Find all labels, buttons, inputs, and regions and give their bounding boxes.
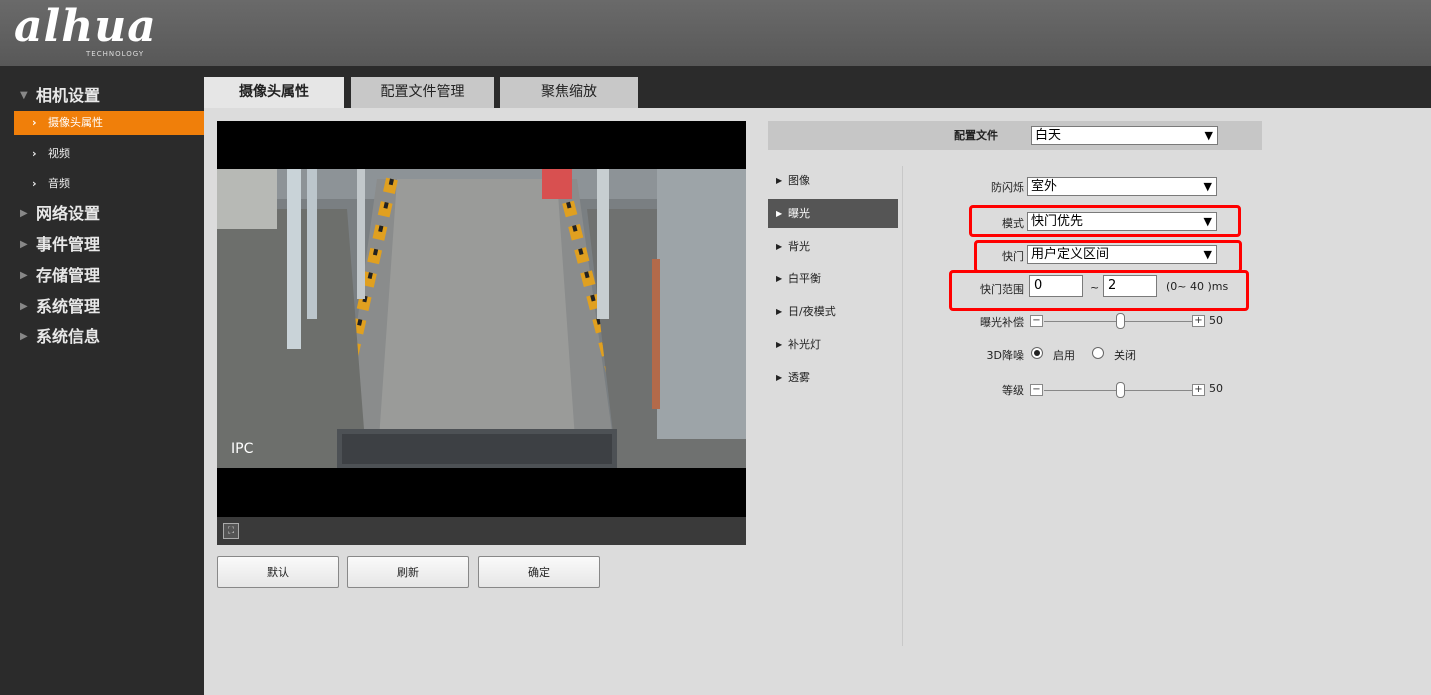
caret-right-icon: ▶ [776, 307, 783, 316]
submenu-item-label: 背光 [788, 240, 810, 253]
anti-flicker-select[interactable]: 室外 ▼ [1027, 177, 1217, 196]
tab-bar: 摄像头属性 配置文件管理 聚焦缩放 [204, 66, 1431, 108]
fullscreen-icon[interactable]: ⛶ [223, 523, 239, 539]
highlight-shutter [974, 240, 1242, 273]
submenu-item-backlight[interactable]: ▶ 背光 [768, 232, 898, 261]
chevron-down-icon: ▼ [1204, 129, 1213, 142]
video-preview[interactable]: IPC ⛶ [217, 121, 746, 545]
exposure-comp-label: 曝光补偿 [980, 316, 1024, 329]
profile-select[interactable]: 白天 ▼ [1031, 126, 1218, 145]
confirm-button[interactable]: 确定 [478, 556, 600, 588]
caret-right-icon: ▶ [20, 331, 28, 342]
sidebar-group-label: 相机设置 [36, 86, 101, 105]
sidebar-group-label: 系统信息 [36, 327, 101, 346]
submenu-item-day-night[interactable]: ▶ 日/夜模式 [768, 297, 898, 326]
submenu-item-image[interactable]: ▶ 图像 [768, 166, 898, 195]
sidebar-group-event-management[interactable]: ▶ 事件管理 [0, 231, 204, 259]
sidebar-item-label: 视频 [48, 147, 70, 160]
submenu-item-label: 白平衡 [788, 272, 821, 285]
chevron-right-icon: › [32, 147, 37, 160]
profile-bar: 配置文件 白天 ▼ [768, 121, 1262, 150]
plus-icon[interactable]: + [1192, 384, 1205, 396]
dnr-level-value: 50 [1209, 382, 1223, 395]
caret-right-icon: ▶ [776, 340, 783, 349]
sidebar-group-network-settings[interactable]: ▶ 网络设置 [0, 200, 204, 228]
brand-logo-subtitle: TECHNOLOGY [86, 50, 145, 58]
camera-image [217, 169, 746, 468]
dnr-level-label: 等级 [1002, 384, 1024, 397]
dnr-on-label: 启用 [1053, 349, 1075, 362]
sidebar-item-label: 摄像头属性 [48, 116, 103, 129]
tab-camera-properties[interactable]: 摄像头属性 [204, 77, 344, 108]
caret-right-icon: ▶ [20, 239, 28, 250]
sidebar-group-label: 存储管理 [36, 266, 101, 285]
caret-right-icon: ▶ [20, 208, 28, 219]
caret-right-icon: ▶ [776, 373, 783, 382]
submenu-divider [902, 166, 903, 646]
sidebar-item-label: 音频 [48, 177, 70, 190]
sidebar-item-video[interactable]: › 视频 [14, 142, 204, 166]
highlight-mode [969, 205, 1241, 237]
caret-right-icon: ▶ [776, 176, 783, 185]
top-bar: alhua TECHNOLOGY [0, 0, 1431, 66]
caret-right-icon: ▶ [20, 270, 28, 281]
dnr-level-thumb[interactable] [1116, 382, 1125, 398]
anti-flicker-label: 防闪烁 [991, 181, 1024, 194]
profile-select-value: 白天 [1035, 128, 1062, 143]
sidebar-group-label: 系统管理 [36, 297, 101, 316]
chevron-right-icon: › [32, 177, 37, 190]
exposure-comp-thumb[interactable] [1116, 313, 1125, 329]
submenu-item-exposure[interactable]: ▶ 曝光 [768, 199, 898, 228]
video-toolbar: ⛶ [217, 517, 746, 545]
brand-logo: alhua [14, 1, 157, 52]
sidebar: ▼ 相机设置 › 摄像头属性 › 视频 › 音频 ▶ 网络设置 ▶ 事件管理 ▶… [0, 66, 204, 695]
sidebar-group-label: 事件管理 [36, 235, 101, 254]
minus-icon[interactable]: − [1030, 315, 1043, 327]
submenu-item-defog[interactable]: ▶ 透雾 [768, 363, 898, 392]
dnr-off-radio[interactable] [1092, 347, 1104, 359]
tab-profile-management[interactable]: 配置文件管理 [351, 77, 494, 108]
chevron-right-icon: › [32, 116, 37, 129]
dnr-label: 3D降噪 [986, 349, 1024, 362]
plus-icon[interactable]: + [1192, 315, 1205, 327]
sidebar-group-camera-settings[interactable]: ▼ 相机设置 [0, 82, 204, 110]
submenu-item-label: 日/夜模式 [788, 305, 836, 318]
anti-flicker-value: 室外 [1031, 179, 1058, 194]
caret-down-icon: ▼ [20, 90, 28, 101]
default-button[interactable]: 默认 [217, 556, 339, 588]
sidebar-group-system-info[interactable]: ▶ 系统信息 [0, 323, 204, 351]
sidebar-item-audio[interactable]: › 音频 [14, 172, 204, 196]
submenu-item-label: 补光灯 [788, 338, 821, 351]
sidebar-group-storage-management[interactable]: ▶ 存储管理 [0, 262, 204, 290]
dnr-on-radio[interactable] [1031, 347, 1043, 359]
submenu-item-label: 曝光 [788, 207, 810, 220]
submenu-item-illuminator[interactable]: ▶ 补光灯 [768, 330, 898, 359]
submenu-item-white-balance[interactable]: ▶ 白平衡 [768, 264, 898, 293]
exposure-comp-value: 50 [1209, 314, 1223, 327]
sidebar-group-label: 网络设置 [36, 204, 101, 223]
sidebar-group-system-management[interactable]: ▶ 系统管理 [0, 293, 204, 321]
video-overlay-label: IPC [231, 441, 254, 457]
sidebar-item-camera-properties[interactable]: › 摄像头属性 [14, 111, 204, 135]
main-panel: 摄像头属性 配置文件管理 聚焦缩放 IPC ⛶ 默认 刷新 确定 配置文件 白天… [204, 66, 1431, 695]
refresh-button[interactable]: 刷新 [347, 556, 469, 588]
submenu-item-label: 图像 [788, 174, 810, 187]
tab-focus-zoom[interactable]: 聚焦缩放 [500, 77, 638, 108]
caret-right-icon: ▶ [776, 242, 783, 251]
highlight-shutter-range [949, 270, 1249, 311]
dnr-off-label: 关闭 [1114, 349, 1136, 362]
chevron-down-icon: ▼ [1203, 180, 1212, 193]
minus-icon[interactable]: − [1030, 384, 1043, 396]
profile-label: 配置文件 [954, 129, 998, 142]
caret-right-icon: ▶ [776, 209, 783, 218]
caret-right-icon: ▶ [20, 301, 28, 312]
submenu-item-label: 透雾 [788, 371, 810, 384]
caret-right-icon: ▶ [776, 274, 783, 283]
